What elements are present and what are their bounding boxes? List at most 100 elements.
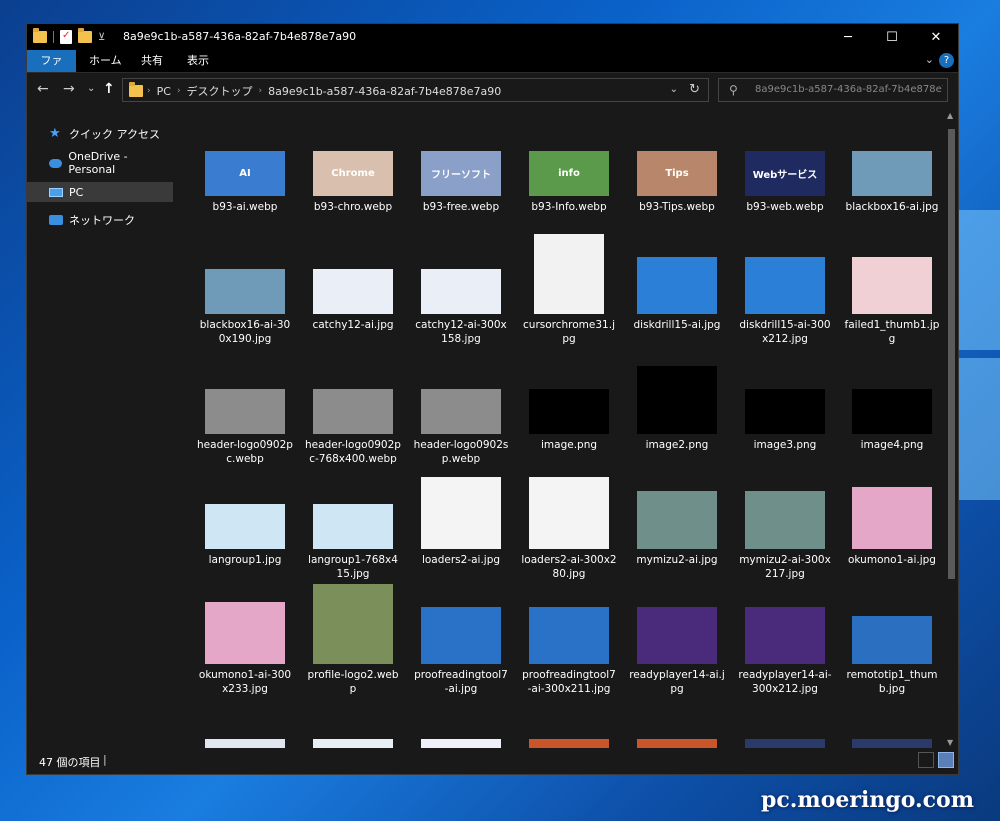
thumbnail-caption: フリーソフト xyxy=(431,170,491,181)
file-thumbnail xyxy=(852,257,932,314)
file-thumbnail xyxy=(205,269,285,314)
file-item[interactable]: readyplayer14-ai.jpg xyxy=(627,607,727,696)
file-thumbnail xyxy=(313,269,393,314)
file-item[interactable]: loaders2-ai.jpg xyxy=(411,477,511,567)
file-item[interactable]: proofreadingtool7-ai.jpg xyxy=(411,607,511,696)
file-item[interactable]: header-logo0902pc.webp xyxy=(195,389,295,466)
file-thumbnail xyxy=(637,607,717,664)
file-name: blackbox16-ai-300x190.jpg xyxy=(199,319,291,345)
tab-file[interactable]: ファイル xyxy=(27,50,76,89)
file-item[interactable]: Tips b93-Tips.webp xyxy=(627,151,727,214)
item-count: 47 個の項目 xyxy=(39,756,101,769)
scroll-up-icon[interactable]: ▲ xyxy=(947,111,953,120)
new-folder-icon[interactable] xyxy=(78,28,92,43)
file-name: image4.png xyxy=(860,439,924,451)
file-thumbnail: info xyxy=(529,151,609,196)
file-item[interactable]: remototip1_thumb.jpg xyxy=(842,616,942,696)
file-name: blackbox16-ai.jpg xyxy=(845,201,939,213)
file-item[interactable]: mymizu2-ai-300x217.jpg xyxy=(735,491,835,581)
folder-icon[interactable] xyxy=(33,28,47,43)
back-button[interactable]: ← xyxy=(37,81,49,97)
file-name: okumono1-ai.jpg xyxy=(848,554,936,566)
file-name: proofreadingtool7-ai.jpg xyxy=(414,669,508,695)
file-item[interactable]: AI b93-ai.webp xyxy=(195,151,295,214)
file-item[interactable]: langroup1.jpg xyxy=(195,504,295,567)
tab-share[interactable]: 共有 xyxy=(131,50,173,72)
file-item[interactable]: blackbox16-ai.jpg xyxy=(842,151,942,214)
file-name: mymizu2-ai.jpg xyxy=(636,554,718,566)
forward-button[interactable]: → xyxy=(63,81,75,97)
file-item[interactable]: cursorchrome31.jpg xyxy=(519,234,619,346)
address-dropdown-button[interactable]: ⌄ xyxy=(670,84,678,95)
file-name: image3.png xyxy=(753,439,817,451)
breadcrumb-desktop[interactable]: デスクトップ xyxy=(187,83,253,99)
file-item[interactable]: langroup1-768x415.jpg xyxy=(303,504,403,581)
file-item[interactable]: image2.png xyxy=(627,366,727,452)
close-button[interactable]: ✕ xyxy=(914,24,958,50)
tab-view[interactable]: 表示 xyxy=(177,50,219,72)
file-item[interactable]: フリーソフト b93-free.webp xyxy=(411,151,511,214)
file-item[interactable]: blackbox16-ai-300x190.jpg xyxy=(195,269,295,346)
file-item[interactable]: mymizu2-ai.jpg xyxy=(627,491,727,567)
file-item[interactable]: info b93-Info.webp xyxy=(519,151,619,214)
sidebar-item-pc[interactable]: PC xyxy=(27,182,173,202)
file-name: loaders2-ai-300x280.jpg xyxy=(521,554,617,580)
file-item[interactable]: diskdrill15-ai.jpg xyxy=(627,257,727,332)
customize-toolbar-icon[interactable]: ⊻ xyxy=(98,32,105,43)
file-item[interactable]: image3.png xyxy=(735,389,835,452)
file-name: okumono1-ai-300x233.jpg xyxy=(198,669,292,695)
refresh-button[interactable]: ↻ xyxy=(689,82,700,97)
maximize-button[interactable]: ☐ xyxy=(870,24,914,50)
tab-home[interactable]: ホーム xyxy=(79,50,132,72)
window-title: 8a9e9c1b-a587-436a-82af-7b4e878e7a90 xyxy=(123,30,357,43)
separator xyxy=(53,31,54,43)
file-item[interactable]: profile-logo2.webp xyxy=(303,584,403,696)
file-item[interactable]: proofreadingtool7-ai-300x211.jpg xyxy=(519,607,619,696)
file-item[interactable]: catchy12-ai-300x158.jpg xyxy=(411,269,511,346)
properties-icon[interactable] xyxy=(60,30,72,44)
sidebar-item-label: OneDrive - Personal xyxy=(68,150,128,176)
recent-locations-button[interactable]: ⌄ xyxy=(87,83,95,94)
file-thumbnail: フリーソフト xyxy=(421,151,501,196)
file-thumbnail xyxy=(852,616,932,664)
file-item[interactable]: catchy12-ai.jpg xyxy=(303,269,403,332)
star-icon: ★ xyxy=(49,126,61,141)
file-item[interactable]: header-logo0902pc-768x400.webp xyxy=(303,389,403,466)
file-thumbnail: AI xyxy=(205,151,285,196)
file-item[interactable]: okumono1-ai-300x233.jpg xyxy=(195,602,295,696)
details-view-button[interactable] xyxy=(918,752,934,768)
vertical-scrollbar[interactable]: ▲ ▼ xyxy=(944,109,958,749)
file-item[interactable]: Chrome b93-chro.webp xyxy=(303,151,403,214)
help-icon[interactable]: ? xyxy=(939,53,954,68)
breadcrumb-pc[interactable]: PC xyxy=(157,85,171,98)
sidebar-item-quick-access[interactable]: ★ クイック アクセス xyxy=(27,124,173,144)
file-thumbnail xyxy=(421,607,501,664)
expand-ribbon-icon[interactable]: ⌄ xyxy=(925,53,934,66)
search-input[interactable]: ⚲ 8a9e9c1b-a587-436a-82af-7b4e878e7a9... xyxy=(718,78,948,102)
thumbnail-caption: AI xyxy=(239,168,251,179)
file-thumbnail xyxy=(637,366,717,434)
breadcrumb-folder[interactable]: 8a9e9c1b-a587-436a-82af-7b4e878e7a90 xyxy=(268,85,501,98)
file-thumbnail xyxy=(205,504,285,549)
scroll-down-icon[interactable]: ▼ xyxy=(947,738,953,747)
file-item[interactable]: readyplayer14-ai-300x212.jpg xyxy=(735,607,835,696)
sidebar-item-label: クイック アクセス xyxy=(69,128,160,141)
sidebar-item-onedrive[interactable]: OneDrive - Personal xyxy=(27,150,173,176)
chevron-right-icon: › xyxy=(258,86,263,96)
address-bar[interactable]: › PC › デスクトップ › 8a9e9c1b-a587-436a-82af-… xyxy=(122,78,709,102)
scrollbar-thumb[interactable] xyxy=(948,129,955,579)
file-name: image.png xyxy=(540,439,598,451)
file-item[interactable]: header-logo0902sp.webp xyxy=(411,389,511,466)
file-item[interactable]: image.png xyxy=(519,389,619,452)
up-button[interactable]: ↑ xyxy=(103,81,115,97)
large-icons-view-button[interactable] xyxy=(938,752,954,768)
file-thumbnail xyxy=(421,269,501,314)
sidebar-item-network[interactable]: ネットワーク xyxy=(27,210,173,230)
file-item[interactable]: failed1_thumb1.jpg xyxy=(842,257,942,346)
file-item[interactable]: okumono1-ai.jpg xyxy=(842,487,942,567)
minimize-button[interactable]: ─ xyxy=(826,24,870,50)
file-item[interactable]: loaders2-ai-300x280.jpg xyxy=(519,477,619,581)
file-item[interactable]: image4.png xyxy=(842,389,942,452)
file-item[interactable]: diskdrill15-ai-300x212.jpg xyxy=(735,257,835,346)
file-item[interactable]: Webサービス b93-web.webp xyxy=(735,151,835,214)
